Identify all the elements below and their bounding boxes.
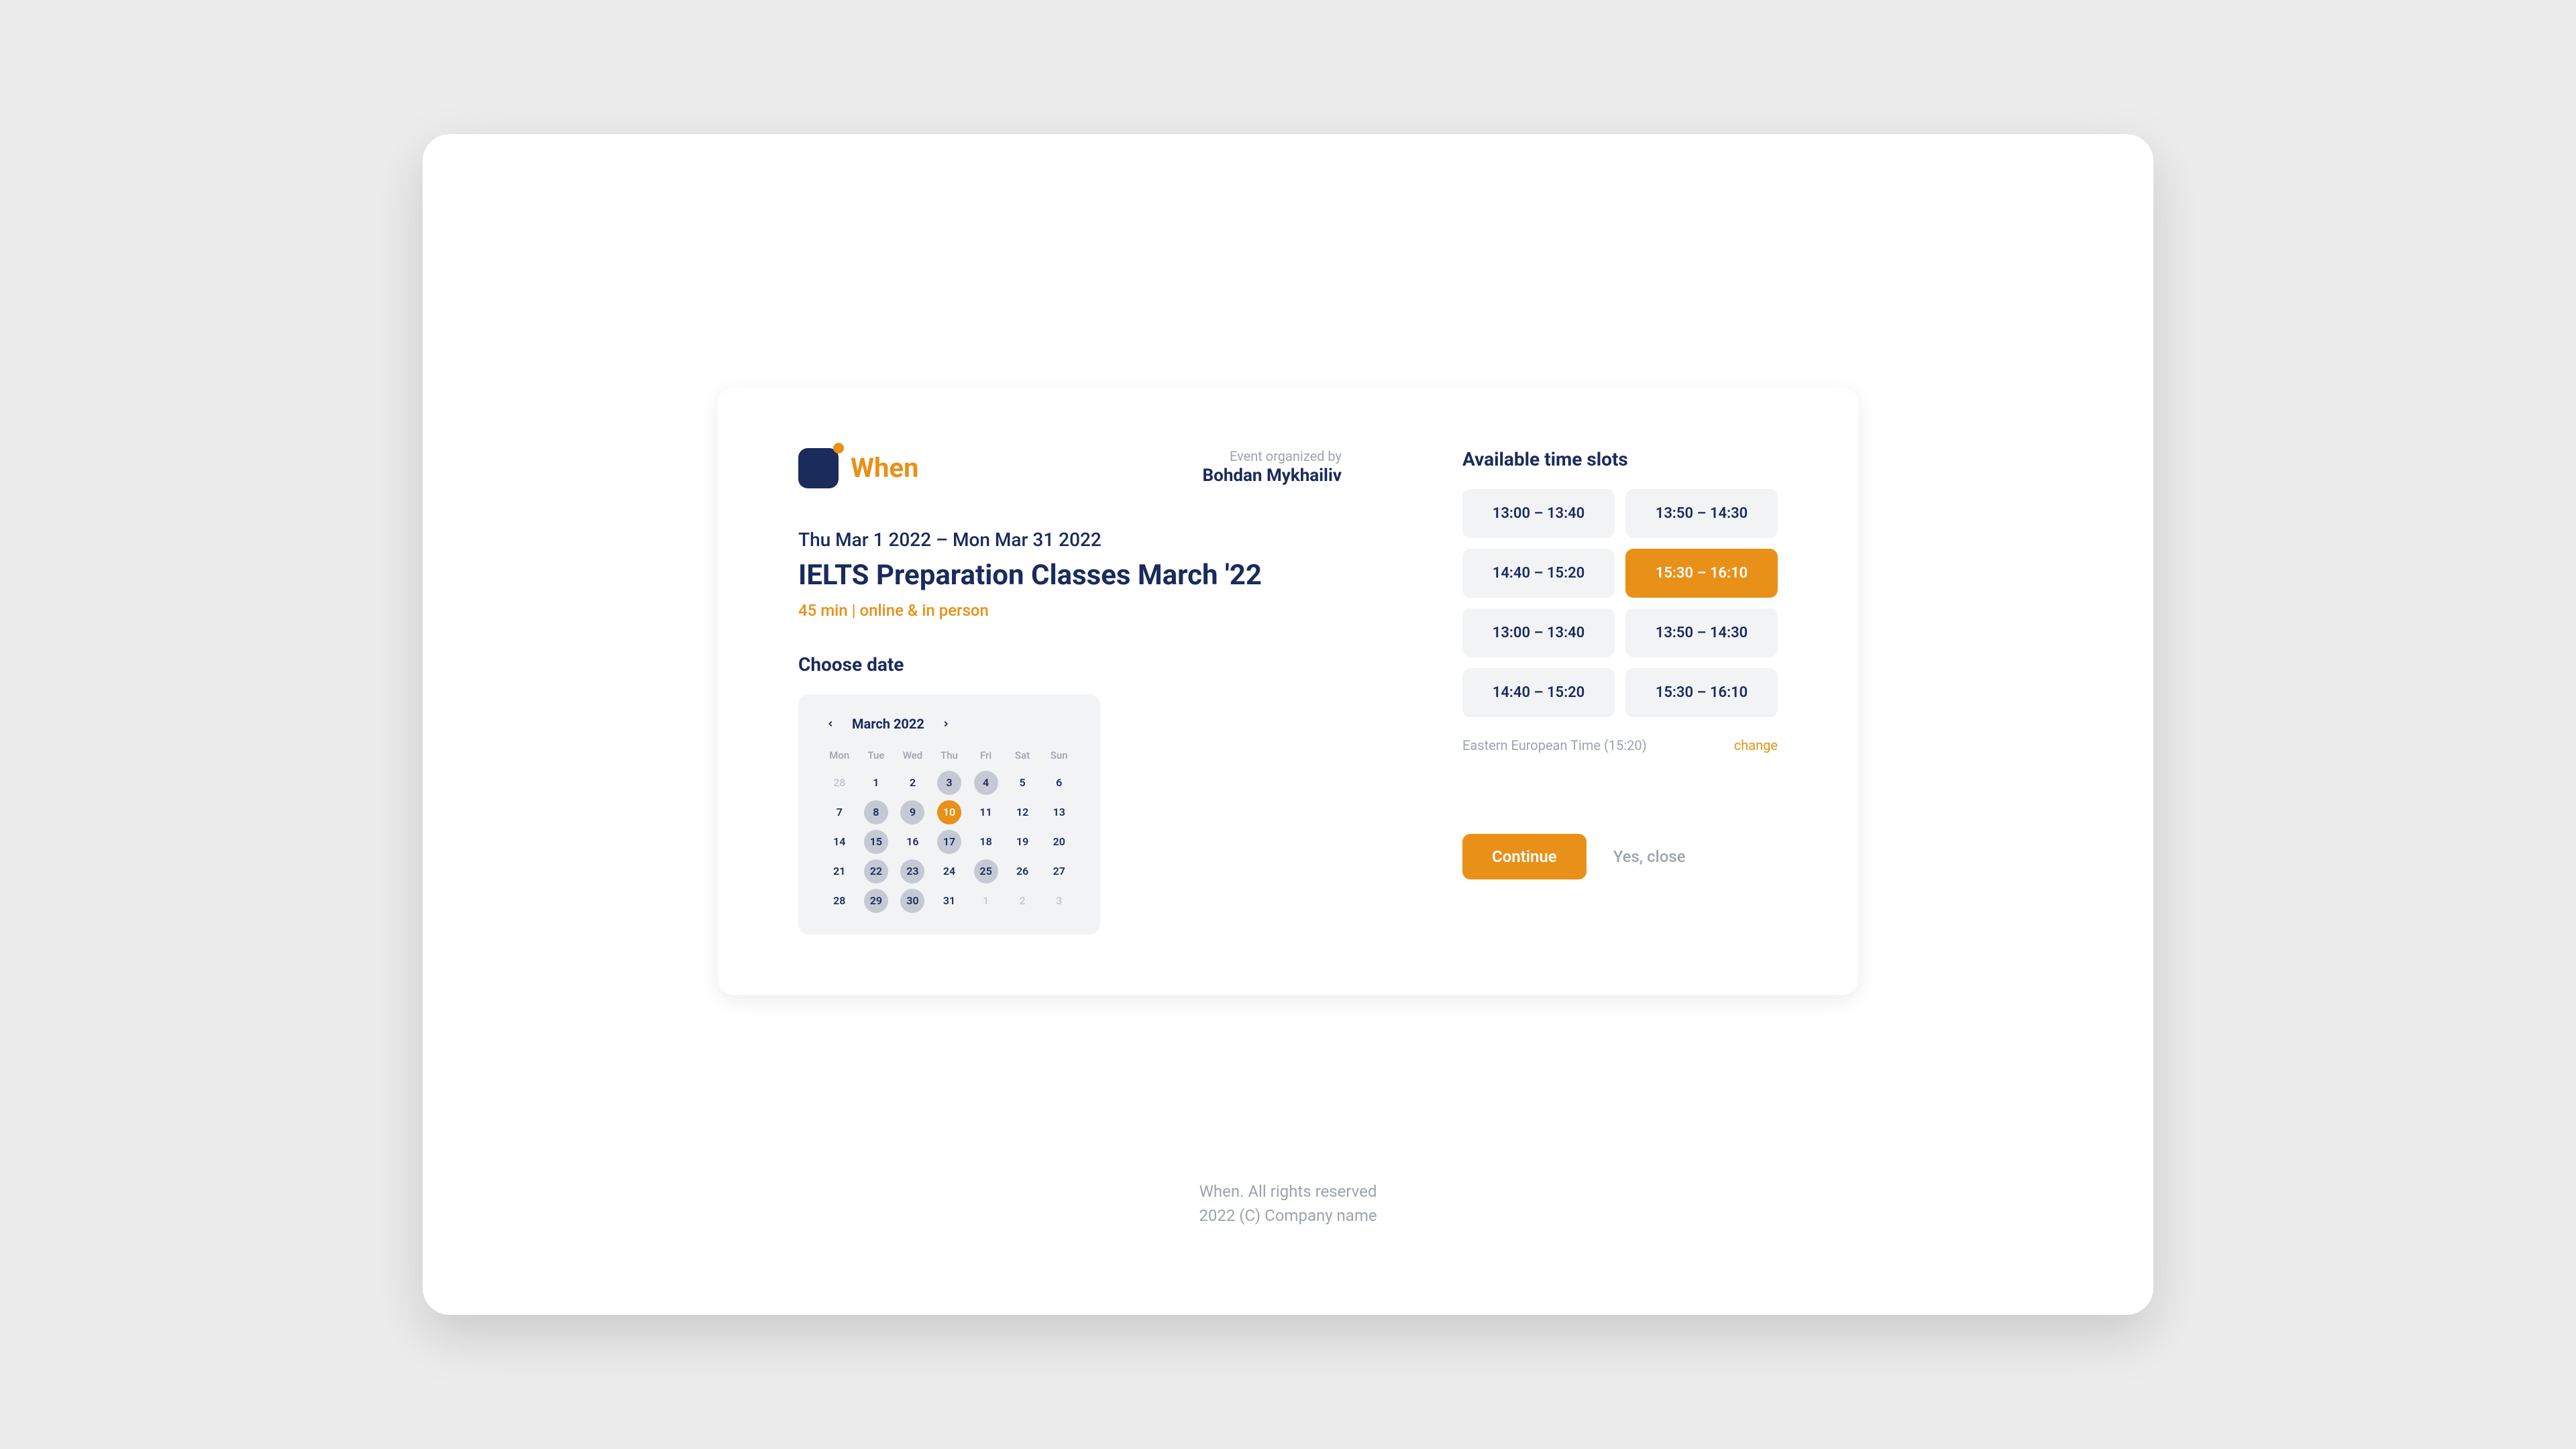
calendar-day: 3: [1047, 889, 1071, 913]
calendar-dayofweek: Sat: [1006, 745, 1040, 765]
calendar-day[interactable]: 6: [1047, 771, 1071, 795]
close-button[interactable]: Yes, close: [1613, 847, 1686, 866]
calendar-day[interactable]: 14: [827, 830, 851, 854]
logo-mark-icon: [798, 448, 839, 488]
page-frame: When Event organized by Bohdan Mykhailiv…: [423, 134, 2153, 1315]
calendar-day[interactable]: 11: [974, 800, 998, 824]
calendar-day[interactable]: 17: [937, 830, 961, 854]
calendar-header: March 2022: [822, 716, 1076, 732]
slots-grid: 13:00 – 13:4013:50 – 14:3014:40 – 15:201…: [1462, 489, 1778, 717]
chevron-left-icon: [826, 719, 835, 729]
calendar-next-button[interactable]: [938, 716, 954, 732]
time-slot-button[interactable]: 14:40 – 15:20: [1462, 668, 1615, 717]
calendar-day[interactable]: 7: [827, 800, 851, 824]
event-date-range: Thu Mar 1 2022 – Mon Mar 31 2022: [798, 529, 1342, 551]
footer: When. All rights reserved 2022 (C) Compa…: [1199, 1179, 1377, 1228]
calendar-dayofweek: Fri: [969, 745, 1003, 765]
continue-button[interactable]: Continue: [1462, 834, 1587, 879]
calendar-day[interactable]: 2: [900, 771, 924, 795]
calendar-month-label: March 2022: [852, 716, 924, 732]
calendar-dayofweek: Thu: [932, 745, 967, 765]
calendar-day[interactable]: 29: [864, 889, 888, 913]
time-slot-button[interactable]: 13:00 – 13:40: [1462, 489, 1615, 538]
calendar-day[interactable]: 20: [1047, 830, 1071, 854]
timezone-change-link[interactable]: change: [1734, 737, 1778, 753]
calendar-dayofweek: Wed: [896, 745, 930, 765]
time-slot-button[interactable]: 13:50 – 14:30: [1625, 489, 1778, 538]
left-column: When Event organized by Bohdan Mykhailiv…: [798, 448, 1342, 934]
calendar-dayofweek: Mon: [822, 745, 857, 765]
calendar-day: 1: [974, 889, 998, 913]
booking-card: When Event organized by Bohdan Mykhailiv…: [718, 388, 1858, 995]
calendar-day[interactable]: 3: [937, 771, 961, 795]
calendar-day: 2: [1010, 889, 1034, 913]
right-column: Available time slots 13:00 – 13:4013:50 …: [1462, 448, 1778, 934]
calendar-dayofweek: Sun: [1042, 745, 1076, 765]
calendar-day[interactable]: 28: [827, 889, 851, 913]
calendar: March 2022 MonTueWedThuFriSatSun28123456…: [798, 694, 1100, 934]
organizer-block: Event organized by Bohdan Mykhailiv: [1203, 448, 1342, 486]
calendar-day[interactable]: 12: [1010, 800, 1034, 824]
organizer-label: Event organized by: [1203, 448, 1342, 464]
chevron-right-icon: [941, 719, 951, 729]
calendar-day[interactable]: 13: [1047, 800, 1071, 824]
calendar-day[interactable]: 30: [900, 889, 924, 913]
calendar-day[interactable]: 19: [1010, 830, 1034, 854]
calendar-day[interactable]: 15: [864, 830, 888, 854]
calendar-day[interactable]: 18: [974, 830, 998, 854]
calendar-day[interactable]: 5: [1010, 771, 1034, 795]
timezone-row: Eastern European Time (15:20) change: [1462, 737, 1778, 753]
calendar-day[interactable]: 31: [937, 889, 961, 913]
calendar-day[interactable]: 22: [864, 859, 888, 883]
timezone-text: Eastern European Time (15:20): [1462, 737, 1647, 753]
calendar-day[interactable]: 27: [1047, 859, 1071, 883]
calendar-day[interactable]: 9: [900, 800, 924, 824]
calendar-day[interactable]: 16: [900, 830, 924, 854]
calendar-day[interactable]: 4: [974, 771, 998, 795]
organizer-name: Bohdan Mykhailiv: [1203, 466, 1342, 486]
calendar-day[interactable]: 1: [864, 771, 888, 795]
calendar-day[interactable]: 23: [900, 859, 924, 883]
footer-line-1: When. All rights reserved: [1199, 1179, 1377, 1203]
calendar-day[interactable]: 25: [974, 859, 998, 883]
calendar-grid: MonTueWedThuFriSatSun2812345678910111213…: [822, 745, 1076, 913]
footer-line-2: 2022 (C) Company name: [1199, 1203, 1377, 1228]
calendar-day[interactable]: 21: [827, 859, 851, 883]
event-title: IELTS Preparation Classes March '22: [798, 559, 1342, 592]
header-row: When Event organized by Bohdan Mykhailiv: [798, 448, 1342, 488]
calendar-prev-button[interactable]: [822, 716, 839, 732]
time-slot-button[interactable]: 13:50 – 14:30: [1625, 608, 1778, 657]
calendar-dayofweek: Tue: [859, 745, 894, 765]
calendar-day[interactable]: 26: [1010, 859, 1034, 883]
brand-name: When: [851, 452, 918, 484]
slots-label: Available time slots: [1462, 448, 1778, 470]
time-slot-button[interactable]: 13:00 – 13:40: [1462, 608, 1615, 657]
calendar-day[interactable]: 24: [937, 859, 961, 883]
time-slot-button[interactable]: 14:40 – 15:20: [1462, 549, 1615, 598]
event-meta: 45 min | online & in person: [798, 601, 1342, 620]
choose-date-label: Choose date: [798, 653, 1342, 676]
calendar-day[interactable]: 10: [937, 800, 961, 824]
time-slot-button[interactable]: 15:30 – 16:10: [1625, 549, 1778, 598]
calendar-day: 28: [827, 771, 851, 795]
calendar-day[interactable]: 8: [864, 800, 888, 824]
actions-row: Continue Yes, close: [1462, 834, 1778, 879]
time-slot-button[interactable]: 15:30 – 16:10: [1625, 668, 1778, 717]
brand-logo: When: [798, 448, 918, 488]
